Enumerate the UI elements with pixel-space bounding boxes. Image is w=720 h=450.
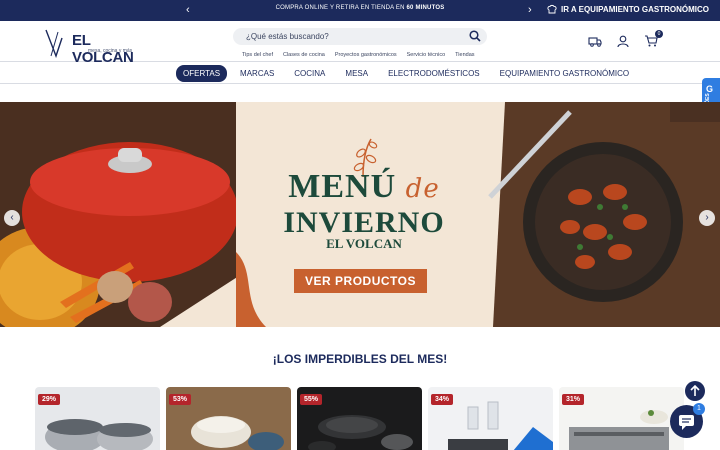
- product-card[interactable]: 55%: [297, 387, 422, 450]
- equipment-link-label: IR A EQUIPAMIENTO GASTRONÓMICO: [560, 4, 709, 14]
- nav-item-equipamiento[interactable]: EQUIPAMIENTO GASTRONÓMICO: [493, 65, 637, 82]
- delivery-truck-icon[interactable]: [588, 34, 602, 48]
- arrow-up-icon: [690, 384, 700, 396]
- brand-tagline: mesa, cocina y más: [88, 48, 133, 54]
- hero-banner[interactable]: MENÚ de INVIERNO EL VOLCAN VER PRODUCTOS…: [0, 102, 720, 327]
- volcano-logo-icon: [45, 29, 63, 58]
- site-header: EL VOLCAN mesa, cocina y más ¿Qué estás …: [0, 21, 720, 66]
- discount-badge: 53%: [169, 394, 192, 405]
- product-card[interactable]: 29%: [35, 387, 160, 450]
- search-icon[interactable]: [469, 30, 481, 42]
- announcement-prev-icon[interactable]: ‹: [186, 3, 190, 17]
- hero-headline-accent: de: [405, 174, 440, 204]
- sublink-tips-chef[interactable]: Tips del chef: [242, 52, 273, 58]
- product-carousel: 29% 53% 55% 34% 31%: [35, 387, 684, 450]
- search-bar[interactable]: ¿Qué estás buscando?: [233, 28, 487, 45]
- hero-brand: EL VOLCAN: [326, 236, 402, 251]
- sublink-servicio-tecnico[interactable]: Servicio técnico: [407, 52, 446, 58]
- discount-badge: 31%: [562, 394, 585, 405]
- main-nav: OFERTAS MARCAS COCINA MESA ELECTRODOMÉST…: [0, 62, 720, 84]
- equipment-link[interactable]: IR A EQUIPAMIENTO GASTRONÓMICO: [547, 4, 709, 14]
- chat-notification-badge: 1: [693, 403, 705, 415]
- hero-headline-word: MENÚ: [288, 168, 397, 205]
- section-title: ¡LOS IMPERDIBLES DEL MES!: [272, 352, 448, 366]
- sublink-proyectos[interactable]: Proyectos gastronómicos: [335, 52, 397, 58]
- discount-badge: 55%: [300, 394, 323, 405]
- announcement-next-icon[interactable]: ›: [528, 3, 532, 17]
- shrimp-pan-illustration: [485, 102, 720, 327]
- carousel-prev-icon[interactable]: ‹: [4, 210, 20, 226]
- hero-headline: MENÚ de: [236, 170, 492, 206]
- nav-item-ofertas[interactable]: OFERTAS: [176, 65, 228, 82]
- user-account-icon[interactable]: [616, 34, 630, 48]
- chef-hat-icon: [547, 4, 557, 14]
- hero-headline-line2: INVIERNO: [283, 206, 445, 239]
- carousel-next-icon[interactable]: ›: [699, 210, 715, 226]
- hero-image-pot: [0, 102, 245, 327]
- nav-item-electrodomesticos[interactable]: ELECTRODOMÉSTICOS: [381, 65, 487, 82]
- product-card[interactable]: 34%: [428, 387, 553, 450]
- view-products-button[interactable]: VER PRODUCTOS: [294, 269, 427, 293]
- sublink-tiendas[interactable]: Tiendas: [455, 52, 474, 58]
- nav-item-marcas[interactable]: MARCAS: [233, 65, 281, 82]
- header-sublinks: Tips del chef Clases de cocina Proyectos…: [242, 52, 475, 58]
- search-input[interactable]: ¿Qué estás buscando?: [246, 32, 329, 41]
- hero-image-pan: [485, 102, 720, 327]
- product-card[interactable]: 53%: [166, 387, 291, 450]
- red-pot-illustration: [0, 102, 245, 327]
- nav-item-mesa[interactable]: MESA: [338, 65, 375, 82]
- header-icons: 0: [588, 30, 663, 48]
- cart-button[interactable]: 0: [644, 30, 663, 48]
- site-logo[interactable]: EL VOLCAN mesa, cocina y más: [44, 26, 154, 66]
- nav-item-cocina[interactable]: COCINA: [287, 65, 332, 82]
- announcement-text: COMPRA ONLINE Y RETIRA EN TIENDA EN 60 M…: [230, 5, 490, 11]
- discount-badge: 34%: [431, 394, 454, 405]
- sublink-clases-cocina[interactable]: Clases de cocina: [283, 52, 325, 58]
- announcement-highlight: 60 MINUTOS: [406, 5, 445, 11]
- discount-badge: 29%: [38, 394, 61, 405]
- announcement-bar: ‹ COMPRA ONLINE Y RETIRA EN TIENDA EN 60…: [0, 0, 720, 21]
- scroll-to-top-button[interactable]: [685, 381, 705, 401]
- cart-count-badge: 0: [655, 30, 663, 38]
- product-card[interactable]: 31%: [559, 387, 684, 450]
- announcement-prefix: COMPRA ONLINE Y RETIRA EN TIENDA EN: [275, 5, 407, 11]
